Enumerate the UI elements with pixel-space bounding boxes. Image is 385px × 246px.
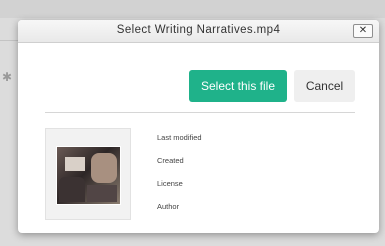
cancel-button[interactable]: Cancel bbox=[294, 70, 355, 102]
created-label: Created bbox=[157, 156, 184, 165]
background-toolbar bbox=[0, 0, 385, 18]
select-file-button[interactable]: Select this file bbox=[189, 70, 287, 102]
file-thumbnail-frame bbox=[45, 128, 131, 220]
background-gear-icon: ✱ bbox=[2, 70, 13, 84]
license-label: License bbox=[157, 179, 183, 188]
video-thumbnail bbox=[56, 146, 121, 205]
close-icon[interactable]: ✕ bbox=[353, 24, 373, 38]
divider bbox=[45, 112, 355, 113]
file-picker-dialog: Select Writing Narratives.mp4 ✕ Select t… bbox=[18, 20, 379, 233]
author-label: Author bbox=[157, 202, 180, 211]
dialog-title: Select Writing Narratives.mp4 bbox=[116, 24, 281, 36]
last-modified-label: Last modified bbox=[157, 133, 202, 142]
dialog-header: Select Writing Narratives.mp4 ✕ bbox=[18, 20, 379, 43]
